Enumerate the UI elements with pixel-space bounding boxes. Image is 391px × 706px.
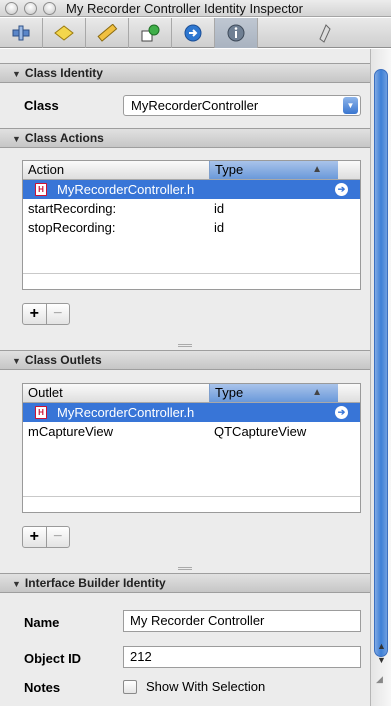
scroll-up-arrow-icon[interactable]: ▲ [377, 641, 386, 651]
file-name: MyRecorderController.h [57, 182, 195, 197]
window-title: My Recorder Controller Identity Inspecto… [66, 1, 303, 16]
outlet-add-remove-buttons: + − [22, 526, 70, 548]
section-divider-grip[interactable] [178, 344, 192, 347]
action-type: id [214, 201, 225, 216]
table-footer [23, 496, 360, 512]
size-ruler-icon [97, 24, 118, 42]
table-row[interactable]: mCaptureView QTCaptureView [23, 422, 360, 441]
column-header-action[interactable]: Action [23, 161, 209, 179]
scroll-down-arrow-icon[interactable]: ▼ [377, 655, 386, 665]
class-actions-table: Action Type ▲ H MyRecorderController.h ➔ … [22, 160, 361, 290]
tab-attributes[interactable] [0, 18, 43, 48]
header-file-icon: H [35, 406, 47, 419]
tab-connections[interactable] [129, 18, 172, 48]
class-combobox[interactable]: MyRecorderController ▼ [123, 95, 361, 116]
remove-action-button[interactable]: − [45, 304, 70, 324]
disclosure-triangle-icon: ▼ [12, 134, 21, 144]
vertical-scrollbar[interactable]: ▲ ▼ ◢ [370, 49, 391, 706]
table-row[interactable]: stopRecording: id [23, 218, 360, 237]
minimize-window-button[interactable] [24, 2, 37, 15]
section-title: Class Actions [24, 131, 104, 145]
title-bar: My Recorder Controller Identity Inspecto… [0, 0, 391, 17]
action-type: id [214, 220, 225, 235]
class-outlets-table: Outlet Type ▲ H MyRecorderController.h ➔ … [22, 383, 361, 513]
name-field[interactable]: My Recorder Controller [123, 610, 361, 632]
file-name: MyRecorderController.h [57, 405, 195, 420]
name-label: Name [24, 615, 60, 630]
column-header-type[interactable]: Type ▲ [209, 161, 338, 179]
tab-bindings[interactable] [172, 18, 215, 48]
class-identity-header[interactable]: ▼ Class Identity [0, 63, 370, 83]
effects-icon [54, 25, 74, 41]
sort-ascending-icon: ▲ [312, 387, 322, 398]
disclosure-triangle-icon: ▼ [12, 356, 21, 366]
tab-size[interactable] [86, 18, 129, 48]
zoom-window-button[interactable] [43, 2, 56, 15]
show-with-selection-label[interactable]: Show With Selection [146, 679, 265, 694]
dropdown-arrow-icon[interactable]: ▼ [343, 97, 358, 114]
object-id-label: Object ID [24, 651, 82, 666]
column-header-outlet[interactable]: Outlet [23, 384, 209, 402]
notes-label: Notes [24, 680, 61, 695]
tab-identity[interactable] [215, 18, 258, 48]
disclosure-triangle-icon: ▼ [12, 579, 21, 589]
resize-grip-icon[interactable]: ◢ [376, 674, 383, 685]
section-title: Class Identity [24, 66, 103, 80]
close-window-button[interactable] [5, 2, 18, 15]
show-with-selection-checkbox[interactable] [123, 680, 137, 694]
scrollbar-thumb[interactable] [374, 69, 388, 657]
section-title: Class Outlets [24, 353, 102, 367]
ib-identity-header[interactable]: ▼ Interface Builder Identity [0, 573, 370, 593]
applescript-icon [318, 24, 331, 43]
outlet-type: QTCaptureView [214, 424, 307, 439]
object-id-field[interactable]: 212 [123, 646, 361, 668]
table-row[interactable]: startRecording: id [23, 199, 360, 218]
go-to-file-arrow-icon[interactable]: ➔ [335, 406, 348, 419]
bindings-arrow-icon [184, 24, 202, 42]
attributes-icon [12, 25, 30, 41]
class-value: MyRecorderController [131, 98, 259, 113]
sort-ascending-icon: ▲ [312, 164, 322, 175]
action-add-remove-buttons: + − [22, 303, 70, 325]
disclosure-triangle-icon: ▼ [12, 69, 21, 79]
class-actions-header[interactable]: ▼ Class Actions [0, 128, 370, 148]
class-outlets-header[interactable]: ▼ Class Outlets [0, 350, 370, 370]
file-row[interactable]: H MyRecorderController.h ➔ [23, 403, 360, 422]
action-name: stopRecording: [28, 220, 116, 235]
column-header-type-label: Type [215, 385, 244, 400]
outlet-name: mCaptureView [28, 424, 114, 439]
file-row[interactable]: H MyRecorderController.h ➔ [23, 180, 360, 199]
table-header: Outlet Type ▲ [23, 384, 360, 403]
class-label: Class [24, 98, 59, 113]
tab-effects[interactable] [43, 18, 86, 48]
column-header-type[interactable]: Type ▲ [209, 384, 338, 402]
table-header: Action Type ▲ [23, 161, 360, 180]
tab-applescript[interactable] [258, 18, 391, 48]
add-outlet-button[interactable]: + [23, 527, 46, 547]
add-action-button[interactable]: + [23, 304, 46, 324]
header-file-icon: H [35, 183, 47, 196]
identity-info-icon [227, 24, 245, 42]
action-name: startRecording: [28, 201, 117, 216]
connections-icon [141, 24, 160, 42]
column-header-type-label: Type [215, 162, 244, 177]
section-title: Interface Builder Identity [24, 576, 166, 590]
section-divider-grip[interactable] [178, 567, 192, 570]
table-footer [23, 273, 360, 289]
go-to-file-arrow-icon[interactable]: ➔ [335, 183, 348, 196]
inspector-toolbar [0, 18, 391, 48]
remove-outlet-button[interactable]: − [45, 527, 70, 547]
